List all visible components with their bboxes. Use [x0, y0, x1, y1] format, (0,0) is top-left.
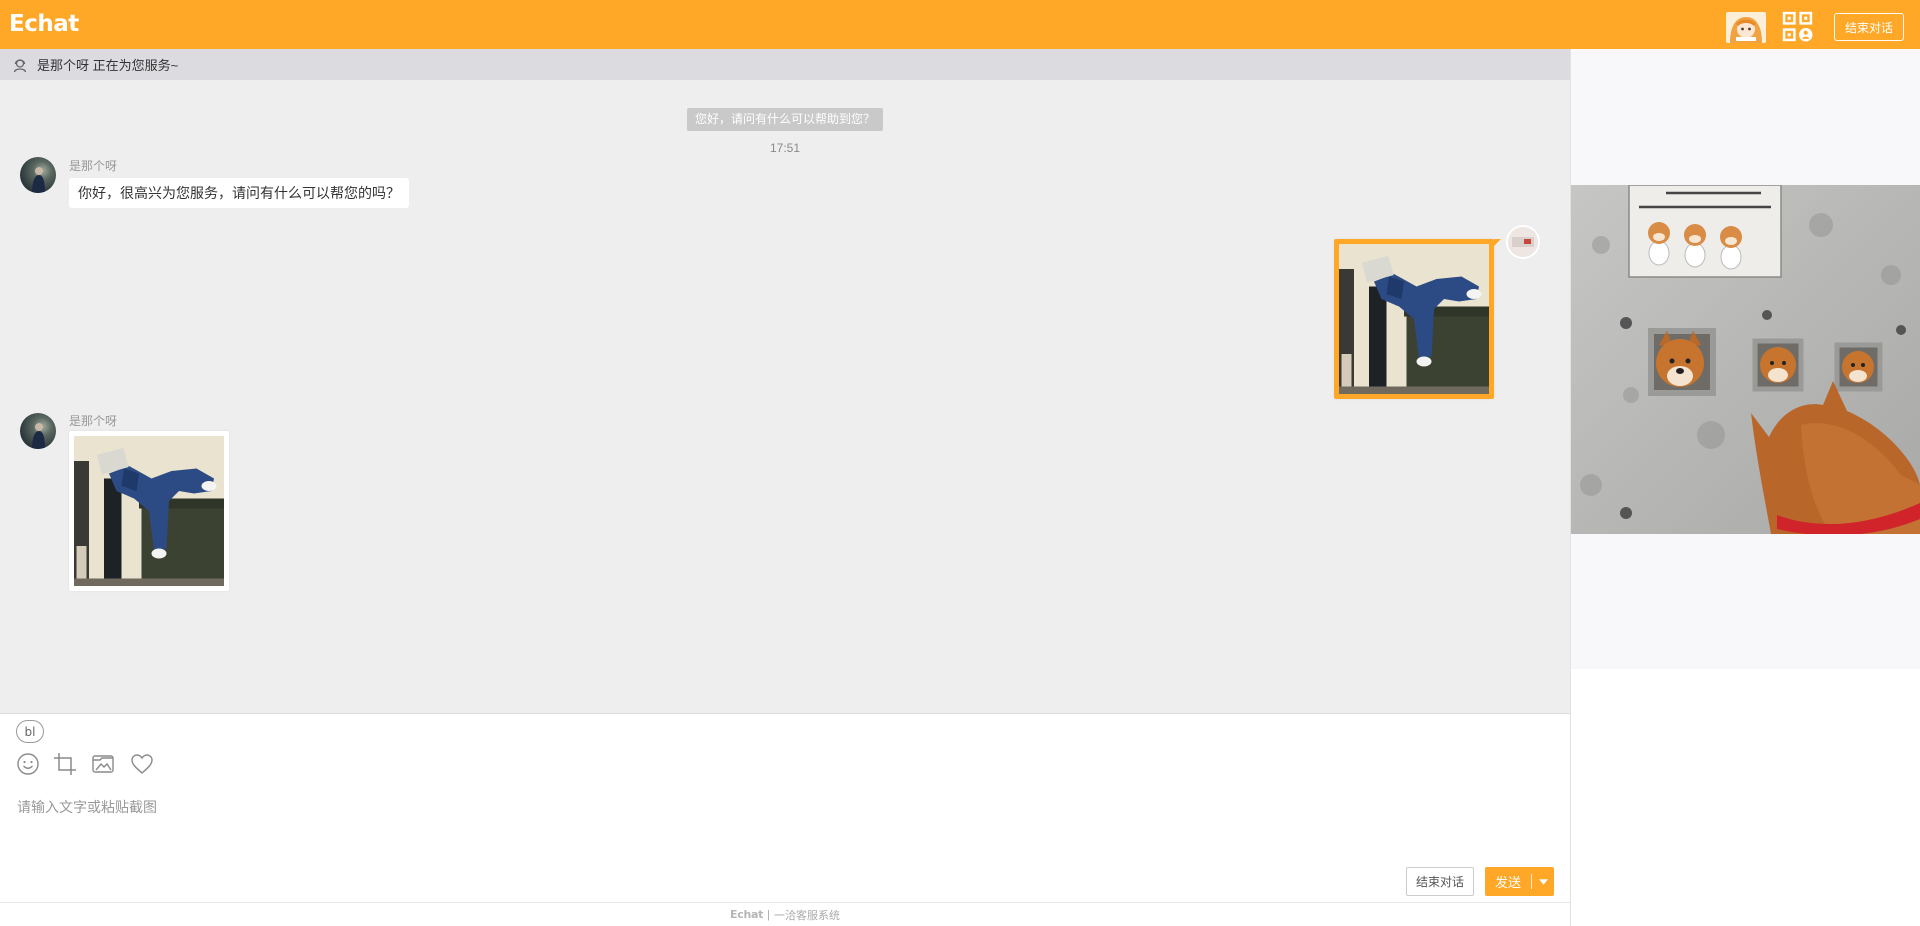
footer-logo: Echat: [730, 908, 764, 921]
system-message-row: 您好，请问有什么可以帮助到您？: [0, 108, 1570, 131]
agent-headset-icon: [12, 57, 28, 73]
agent-avatar[interactable]: [20, 413, 56, 449]
visitor-image-message[interactable]: [1334, 239, 1501, 399]
chat-area[interactable]: 您好，请问有什么可以帮助到您？ 17:51 是那个呀 你好，很高兴为您服务，请问…: [0, 80, 1570, 713]
message-composer: bl 结束对话 发送: [0, 713, 1570, 902]
agent-message-bubble: 你好，很高兴为您服务，请问有什么可以帮您的吗？: [69, 178, 409, 208]
agent-image-message[interactable]: [69, 431, 229, 591]
end-chat-header-button[interactable]: 结束对话: [1834, 13, 1904, 41]
app-window: Echat 结束对话 是那个呀 正在为您服务~ 您好，请问有什么可以帮助到您？ …: [0, 0, 1920, 926]
agent-name: 是那个呀: [69, 159, 118, 173]
side-panel: [1571, 49, 1920, 669]
system-message: 您好，请问有什么可以帮助到您？: [686, 108, 883, 131]
footer: Echat | 一洽客服系统: [0, 902, 1570, 926]
agent-name: 是那个呀: [69, 414, 118, 428]
agent-profile-avatar[interactable]: [1726, 12, 1766, 43]
heart-icon[interactable]: [130, 752, 154, 776]
top-bar: Echat 结束对话: [0, 0, 1920, 49]
send-button[interactable]: 发送: [1485, 872, 1531, 891]
message-input[interactable]: [14, 794, 1554, 856]
qr-code-icon[interactable]: [1782, 11, 1813, 42]
crop-icon[interactable]: [53, 752, 77, 776]
status-text: 是那个呀 正在为您服务~: [37, 58, 179, 73]
sent-photo: [1339, 244, 1489, 394]
agent-avatar[interactable]: [20, 157, 56, 193]
status-bar: 是那个呀 正在为您服务~: [0, 49, 1570, 80]
end-chat-button[interactable]: 结束对话: [1406, 867, 1474, 896]
format-toggle-button[interactable]: bl: [16, 720, 44, 743]
logo: Echat: [9, 11, 79, 37]
caret-down-icon[interactable]: [1532, 867, 1554, 896]
banner-image[interactable]: [1571, 185, 1920, 534]
footer-text: 一洽客服系统: [773, 909, 840, 922]
footer-separator: |: [767, 908, 770, 921]
visitor-avatar: [1506, 225, 1540, 259]
image-icon[interactable]: [91, 752, 115, 776]
message-timestamp: 17:51: [769, 141, 801, 155]
send-button-group: 发送: [1485, 867, 1554, 896]
emoji-icon[interactable]: [16, 752, 40, 776]
received-photo: [74, 436, 224, 586]
